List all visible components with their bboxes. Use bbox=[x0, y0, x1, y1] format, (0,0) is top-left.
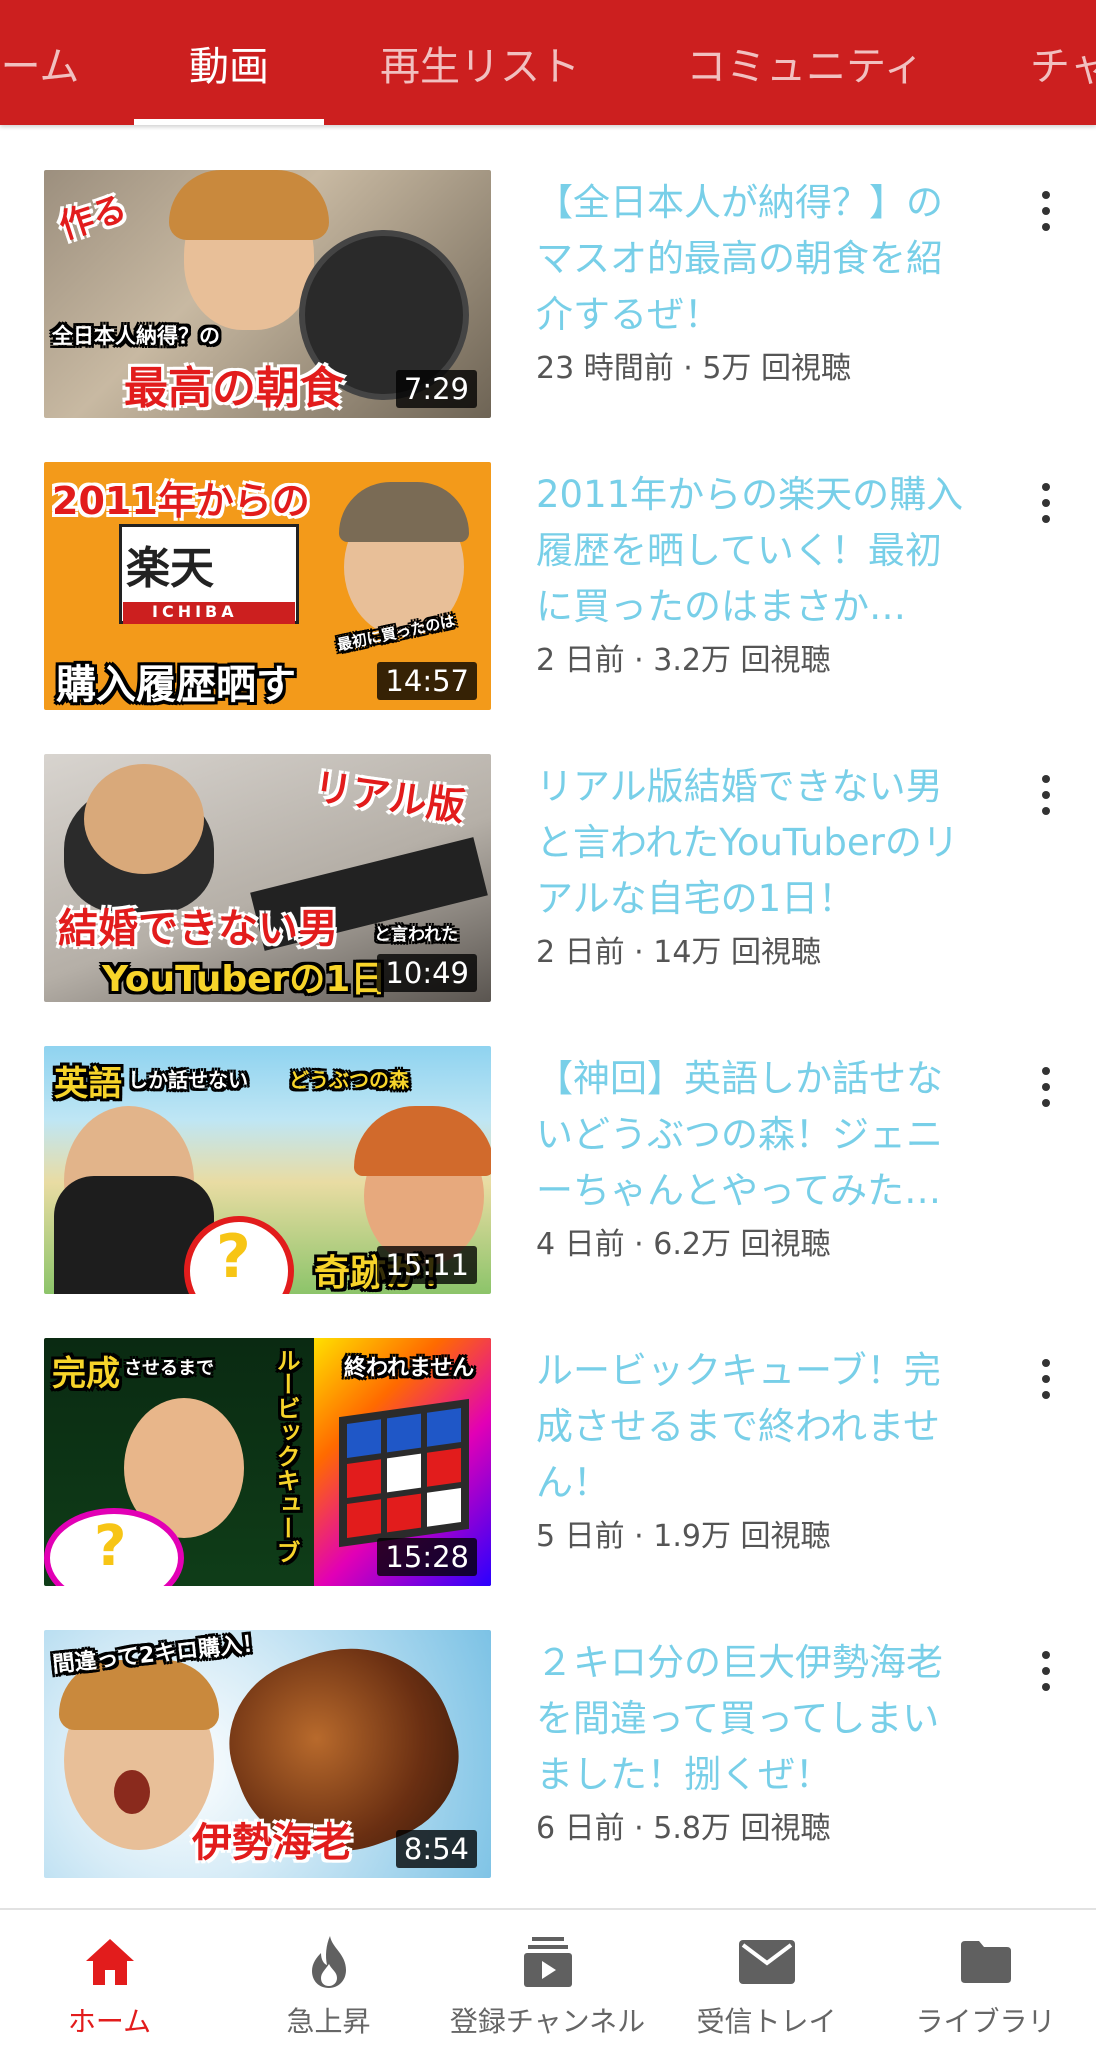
bottom-navigation: ホーム 急上昇 登録チャンネル 受信トレイ ライブラリ bbox=[0, 1908, 1096, 2048]
thumbnail-text: どうぶつの森 bbox=[289, 1068, 409, 1092]
thumbnail-text: 楽天 bbox=[126, 543, 214, 594]
video-title[interactable]: 2011年からの楽天の購入履歴を晒していく！最初に買ったのはまさか… bbox=[536, 467, 976, 635]
video-duration: 10:49 bbox=[377, 954, 477, 992]
thumbnail-text: させるまで bbox=[124, 1358, 214, 1379]
thumbnail-text: しか話せない bbox=[128, 1068, 248, 1092]
nav-label: ホーム bbox=[67, 2005, 152, 2038]
video-thumbnail[interactable]: 2011年からの 楽天 ICHIBA 購入履歴晒す 最初に買ったのは 14:57 bbox=[44, 462, 491, 710]
video-item[interactable]: 作る 全日本人納得？の 最高の朝食 7:29 【全日本人が納得？】のマスオ的最高… bbox=[0, 125, 1096, 418]
nav-inbox[interactable]: 受信トレイ bbox=[657, 1910, 876, 2048]
question-mark-icon: ? bbox=[94, 1514, 127, 1579]
tab-home[interactable]: ーム bbox=[0, 0, 90, 125]
video-meta: 6 日前 · 5.8万 回視聴 bbox=[536, 1811, 831, 1846]
video-thumbnail[interactable]: 作る 全日本人納得？の 最高の朝食 7:29 bbox=[44, 170, 491, 418]
video-duration: 15:28 bbox=[377, 1538, 477, 1576]
thumbnail-text: ICHIBA bbox=[152, 602, 238, 621]
nav-subscriptions[interactable]: 登録チャンネル bbox=[438, 1910, 657, 2048]
folder-icon bbox=[956, 1932, 1016, 1992]
video-duration: 7:29 bbox=[395, 370, 477, 408]
video-meta: 2 日前 · 3.2万 回視聴 bbox=[536, 643, 831, 678]
thumbnail-text: 完成 bbox=[52, 1354, 120, 1394]
nav-label: 受信トレイ bbox=[696, 2005, 837, 2038]
more-options-icon[interactable] bbox=[1030, 187, 1062, 235]
video-item[interactable]: 間違って2キロ購入！ 伊勢海老 8:54 ２キロ分の巨大伊勢海老を間違って買って… bbox=[0, 1585, 1096, 1878]
video-thumbnail[interactable]: ? 英語 しか話せない どうぶつの森 奇跡が！ 15:11 bbox=[44, 1046, 491, 1294]
nav-home[interactable]: ホーム bbox=[0, 1910, 219, 2048]
video-title[interactable]: ルービックキューブ！完成させるまで終われません！ bbox=[536, 1343, 976, 1511]
thumbnail-text: 2011年からの bbox=[52, 479, 310, 523]
video-duration: 14:57 bbox=[377, 662, 477, 700]
video-title[interactable]: ２キロ分の巨大伊勢海老を間違って買ってしまいました！捌くぜ！ bbox=[536, 1635, 976, 1803]
tab-playlists[interactable]: 再生リスト bbox=[360, 0, 600, 125]
video-item[interactable]: ? 英語 しか話せない どうぶつの森 奇跡が！ 15:11 【神回】英語しか話せ… bbox=[0, 1001, 1096, 1294]
nav-label: 登録チャンネル bbox=[449, 2005, 646, 2038]
video-item[interactable]: リアル版 結婚できない男 と言われた YouTuberの1日 10:49 リアル… bbox=[0, 709, 1096, 1002]
nav-label: 急上昇 bbox=[286, 2005, 371, 2038]
thumbnail-text: 結婚できない男 bbox=[58, 906, 338, 952]
more-options-icon[interactable] bbox=[1030, 1355, 1062, 1403]
video-title[interactable]: リアル版結婚できない男と言われたYouTuberのリアルな自宅の1日！ bbox=[536, 759, 976, 927]
thumbnail-text: 伊勢海老 bbox=[192, 1820, 352, 1866]
thumbnail-text: と言われた bbox=[374, 925, 459, 945]
tab-channels[interactable]: チャ bbox=[1030, 0, 1096, 125]
channel-tab-bar: ーム 動画 再生リスト コミュニティ チャ bbox=[0, 0, 1096, 125]
video-duration: 15:11 bbox=[377, 1246, 477, 1284]
thumbnail-text: 終われません bbox=[344, 1356, 475, 1381]
thumbnail-text: YouTuberの1日 bbox=[102, 959, 387, 1000]
video-title[interactable]: 【全日本人が納得？】のマスオ的最高の朝食を紹介するぜ！ bbox=[536, 175, 976, 343]
more-options-icon[interactable] bbox=[1030, 1063, 1062, 1111]
more-options-icon[interactable] bbox=[1030, 1647, 1062, 1695]
more-options-icon[interactable] bbox=[1030, 771, 1062, 819]
question-mark-icon: ? bbox=[216, 1222, 251, 1292]
video-meta: 23 時間前 · 5万 回視聴 bbox=[536, 351, 851, 386]
video-item[interactable]: ? 完成 させるまで ルービックキューブ 終われません 15:28 ルービックキ… bbox=[0, 1293, 1096, 1586]
flame-icon bbox=[299, 1932, 359, 1992]
video-thumbnail[interactable]: 間違って2キロ購入！ 伊勢海老 8:54 bbox=[44, 1630, 491, 1878]
thumbnail-text: 全日本人納得？の bbox=[52, 324, 220, 348]
thumbnail-text: ルービックキューブ bbox=[272, 1348, 300, 1564]
tab-videos[interactable]: 動画 bbox=[134, 0, 324, 125]
tab-community[interactable]: コミュニティ bbox=[680, 0, 930, 125]
video-duration: 8:54 bbox=[395, 1830, 477, 1868]
home-icon bbox=[80, 1932, 140, 1992]
thumbnail-text: 最高の朝食 bbox=[124, 363, 344, 414]
video-thumbnail[interactable]: ? 完成 させるまで ルービックキューブ 終われません 15:28 bbox=[44, 1338, 491, 1586]
thumbnail-text: 英語 bbox=[54, 1064, 122, 1104]
video-meta: 2 日前 · 14万 回視聴 bbox=[536, 935, 821, 970]
nav-library[interactable]: ライブラリ bbox=[876, 1910, 1095, 2048]
video-title[interactable]: 【神回】英語しか話せないどうぶつの森！ジェニーちゃんとやってみた… bbox=[536, 1051, 976, 1219]
nav-label: ライブラリ bbox=[915, 2005, 1056, 2038]
video-meta: 4 日前 · 6.2万 回視聴 bbox=[536, 1227, 831, 1262]
video-meta: 5 日前 · 1.9万 回視聴 bbox=[536, 1519, 831, 1554]
subscriptions-icon bbox=[518, 1932, 578, 1992]
video-thumbnail[interactable]: リアル版 結婚できない男 と言われた YouTuberの1日 10:49 bbox=[44, 754, 491, 1002]
mail-icon bbox=[737, 1932, 797, 1992]
nav-trending[interactable]: 急上昇 bbox=[219, 1910, 438, 2048]
video-item[interactable]: 2011年からの 楽天 ICHIBA 購入履歴晒す 最初に買ったのは 14:57… bbox=[0, 417, 1096, 710]
more-options-icon[interactable] bbox=[1030, 479, 1062, 527]
thumbnail-text: 購入履歴晒す bbox=[56, 662, 296, 708]
